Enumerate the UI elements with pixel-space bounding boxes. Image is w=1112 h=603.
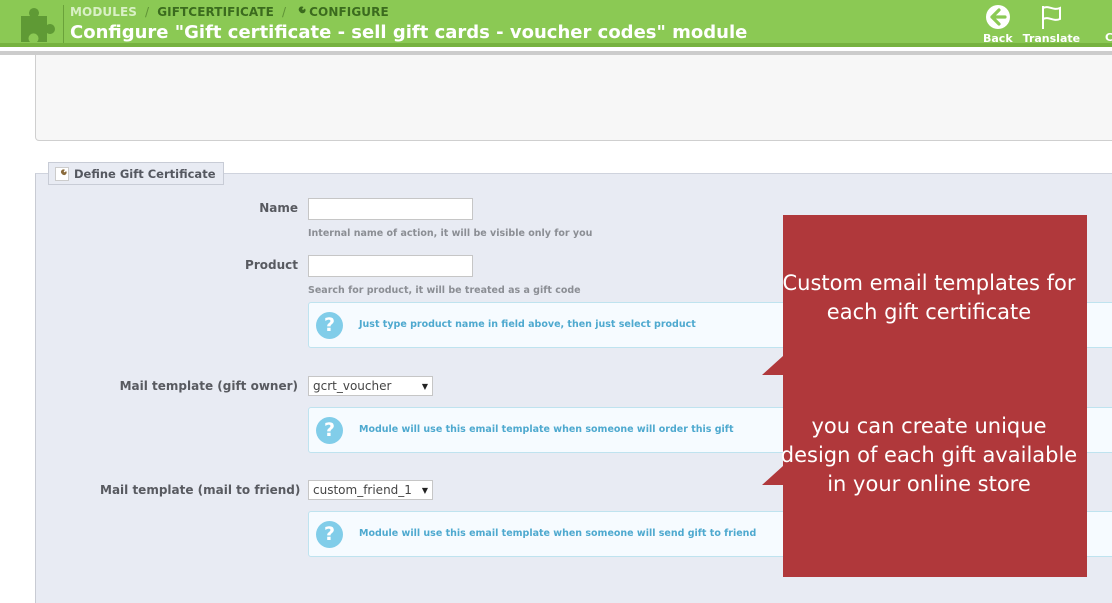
caret-down-icon: ▼ bbox=[421, 381, 428, 391]
question-icon: ? bbox=[316, 521, 343, 548]
wrench-icon bbox=[295, 6, 306, 17]
name-hint: Internal name of action, it will be visi… bbox=[308, 228, 593, 239]
translate-label: Translate bbox=[1022, 32, 1081, 45]
mail-template-owner-info-text: Module will use this email template when… bbox=[359, 424, 734, 435]
product-info-text: Just type product name in field above, t… bbox=[359, 319, 696, 330]
arrow-left-circle-icon bbox=[985, 5, 1010, 29]
breadcrumb-separator: / bbox=[281, 5, 287, 19]
toolbar-overflow-button[interactable]: C bbox=[1105, 31, 1112, 44]
product-input[interactable] bbox=[308, 255, 473, 277]
question-icon: ? bbox=[316, 312, 343, 339]
product-label: Product bbox=[245, 258, 298, 272]
breadcrumb-separator: / bbox=[145, 5, 150, 19]
page-header: MODULES / GIFTCERTIFICATE / CONFIGURE Co… bbox=[0, 0, 1112, 47]
breadcrumb-configure: CONFIGURE bbox=[309, 5, 389, 19]
caret-down-icon: ▼ bbox=[421, 485, 428, 495]
callout-pointer bbox=[762, 356, 783, 375]
product-hint: Search for product, it will be treated a… bbox=[308, 285, 581, 296]
name-label: Name bbox=[259, 201, 298, 215]
mail-template-owner-value: gcrt_voucher bbox=[313, 379, 392, 393]
wrench-icon bbox=[55, 166, 69, 181]
question-icon: ? bbox=[316, 417, 343, 444]
top-panel bbox=[35, 55, 1112, 141]
translate-button[interactable]: Translate bbox=[1023, 4, 1080, 45]
callout-text-design: you can create unique design of each gif… bbox=[780, 414, 1078, 496]
toolbar: Back Translate bbox=[983, 4, 1090, 45]
promo-callout: Custom email templates for each gift cer… bbox=[781, 215, 1087, 577]
mail-template-friend-info-text: Module will use this email template when… bbox=[359, 528, 757, 539]
page-title: Configure "Gift certificate - sell gift … bbox=[70, 22, 748, 43]
callout-text-templates: Custom email templates for each gift cer… bbox=[782, 271, 1076, 324]
fieldset-legend: Define Gift Certificate bbox=[48, 162, 224, 185]
mail-template-owner-select[interactable]: gcrt_voucher ▼ bbox=[308, 376, 433, 396]
legend-title: Define Gift Certificate bbox=[74, 166, 216, 181]
flag-icon bbox=[1042, 6, 1062, 29]
mail-template-friend-value: custom_friend_1 bbox=[313, 483, 412, 497]
breadcrumb-giftcertificate[interactable]: GIFTCERTIFICATE bbox=[157, 5, 274, 19]
mail-template-friend-label: Mail template (mail to friend) bbox=[100, 483, 301, 497]
mail-template-owner-label: Mail template (gift owner) bbox=[119, 379, 298, 393]
mail-template-friend-select[interactable]: custom_friend_1 ▼ bbox=[308, 480, 433, 500]
breadcrumb-modules[interactable]: MODULES bbox=[70, 5, 137, 19]
back-label: Back bbox=[983, 32, 1013, 45]
name-input[interactable] bbox=[308, 198, 473, 220]
header-separator bbox=[63, 5, 64, 43]
breadcrumb: MODULES / GIFTCERTIFICATE / CONFIGURE bbox=[70, 5, 389, 19]
back-button[interactable]: Back bbox=[983, 4, 1013, 45]
puzzle-module-icon bbox=[21, 7, 55, 42]
